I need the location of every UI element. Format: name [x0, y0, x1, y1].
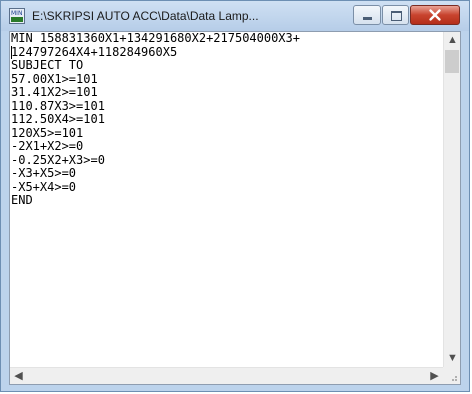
text-line: 110.87X3>=101 [11, 98, 105, 113]
text-line: -X3+X5>=0 [11, 166, 77, 180]
title-bar[interactable]: MIN E:\SKRIPSI AUTO ACC\Data\Data Lamp..… [1, 1, 469, 31]
scroll-left-icon[interactable]: ◀ [10, 368, 27, 385]
window-title: E:\SKRIPSI AUTO ACC\Data\Data Lamp... [32, 9, 259, 23]
text-line: 120X5>=101 [11, 125, 84, 140]
scroll-up-icon[interactable]: ▲ [444, 32, 461, 49]
scroll-right-icon[interactable]: ▶ [426, 368, 443, 385]
maximize-button[interactable] [382, 5, 409, 25]
text-line: -X5+X4>=0 [11, 179, 77, 194]
text-line: -0.25X2+X3>=0 [11, 152, 105, 167]
vertical-scroll-thumb[interactable] [445, 50, 459, 73]
text-line: 112.50X4>=101 [11, 112, 105, 126]
editor-window: MIN E:\SKRIPSI AUTO ACC\Data\Data Lamp..… [0, 0, 470, 392]
text-line: 31.41X2>=101 [11, 85, 98, 99]
text-caret [11, 46, 12, 59]
svg-text:MIN: MIN [11, 10, 22, 17]
resize-grip-icon[interactable] [443, 367, 460, 384]
maximize-icon [391, 11, 402, 21]
minimize-icon [363, 17, 372, 20]
minimize-button[interactable] [353, 5, 381, 25]
scroll-down-icon[interactable]: ▼ [444, 350, 461, 367]
editor-client-area: MIN 158831360X1+134291680X2+217504000X3+… [9, 31, 461, 385]
model-text-area[interactable]: MIN 158831360X1+134291680X2+217504000X3+… [10, 32, 444, 367]
text-line: -2X1+X2>=0 [11, 139, 84, 153]
lindo-app-icon[interactable]: MIN [9, 8, 25, 24]
text-line: END [11, 193, 33, 207]
close-icon [429, 9, 441, 21]
text-line: 57.00X1>=101 [11, 71, 98, 86]
close-button[interactable] [410, 5, 460, 25]
text-line: 124797264X4+118284960X5 [11, 44, 178, 59]
vertical-scrollbar[interactable]: ▲ ▼ [443, 32, 460, 367]
text-line: SUBJECT TO [11, 58, 84, 72]
horizontal-scrollbar[interactable]: ◀ ▶ [10, 367, 443, 384]
text-line: MIN 158831360X1+134291680X2+217504000X3+ [11, 32, 300, 45]
